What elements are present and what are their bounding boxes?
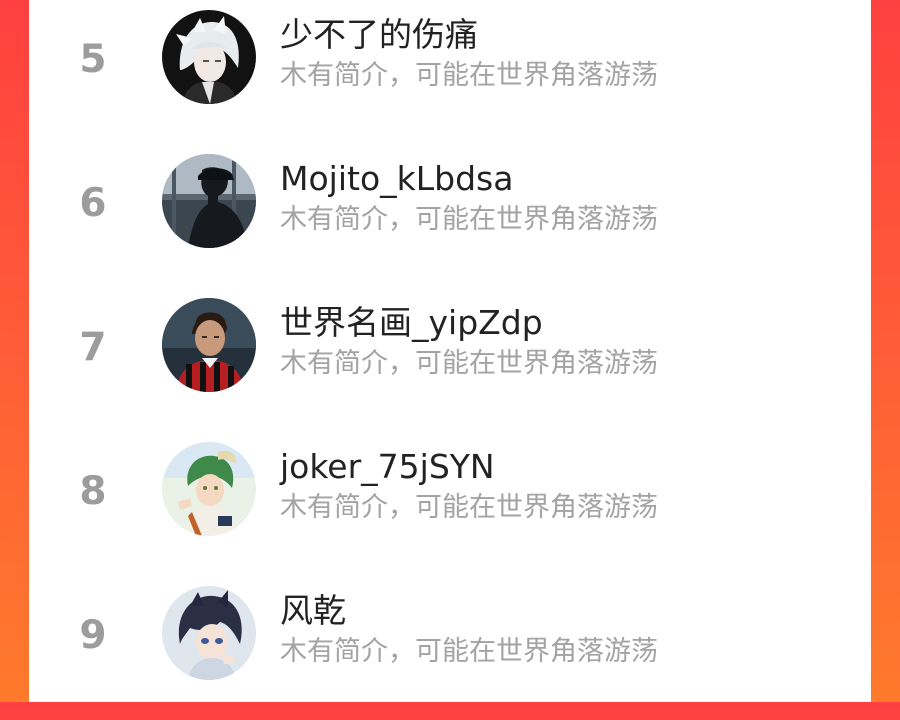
ranking-row[interactable]: 5 少不了的伤痛 木有简介，可能在世界角落游荡: [29, 0, 871, 144]
avatar-football-player-icon: [162, 298, 256, 392]
user-avatar[interactable]: [162, 442, 256, 536]
user-avatar[interactable]: [162, 586, 256, 680]
user-bio: 木有简介，可能在世界角落游荡: [280, 204, 658, 235]
ranking-row[interactable]: 9 风乾 木有简介，可能在世界角落游荡: [29, 576, 871, 720]
rank-number: 6: [79, 181, 107, 226]
user-bio: 木有简介，可能在世界角落游荡: [280, 492, 658, 523]
rank-number: 8: [79, 469, 107, 514]
avatar-white-hair-anime-icon: [162, 10, 256, 104]
rank-number: 9: [79, 613, 107, 658]
username[interactable]: Mojito_kLbdsa: [280, 162, 513, 195]
ranking-row[interactable]: 8 joker_75jSYN 木有简介，可能在世界角落游荡: [29, 432, 871, 576]
rank-number: 5: [79, 37, 107, 82]
user-avatar[interactable]: [162, 154, 256, 248]
ranking-card: 5 少不了的伤痛 木有简介，可能在世界角落游荡 6 Mojito_kLbdsa …: [29, 0, 871, 702]
rank-number: 7: [79, 325, 107, 370]
user-bio: 木有简介，可能在世界角落游荡: [280, 636, 658, 667]
ranking-row[interactable]: 6 Mojito_kLbdsa 木有简介，可能在世界角落游荡: [29, 144, 871, 288]
username[interactable]: joker_75jSYN: [280, 450, 495, 483]
username[interactable]: 少不了的伤痛: [280, 18, 478, 51]
user-bio: 木有简介，可能在世界角落游荡: [280, 60, 658, 91]
user-avatar[interactable]: [162, 298, 256, 392]
user-avatar[interactable]: [162, 10, 256, 104]
username[interactable]: 世界名画_yipZdp: [280, 306, 543, 339]
user-bio: 木有简介，可能在世界角落游荡: [280, 348, 658, 379]
avatar-dark-hair-anime-icon: [162, 586, 256, 680]
avatar-silhouette-window-icon: [162, 154, 256, 248]
avatar-green-hair-anime-icon: [162, 442, 256, 536]
username[interactable]: 风乾: [280, 594, 346, 627]
ranking-row[interactable]: 7 世界名画_yipZdp 木有简介，可能在世界角落游荡: [29, 288, 871, 432]
